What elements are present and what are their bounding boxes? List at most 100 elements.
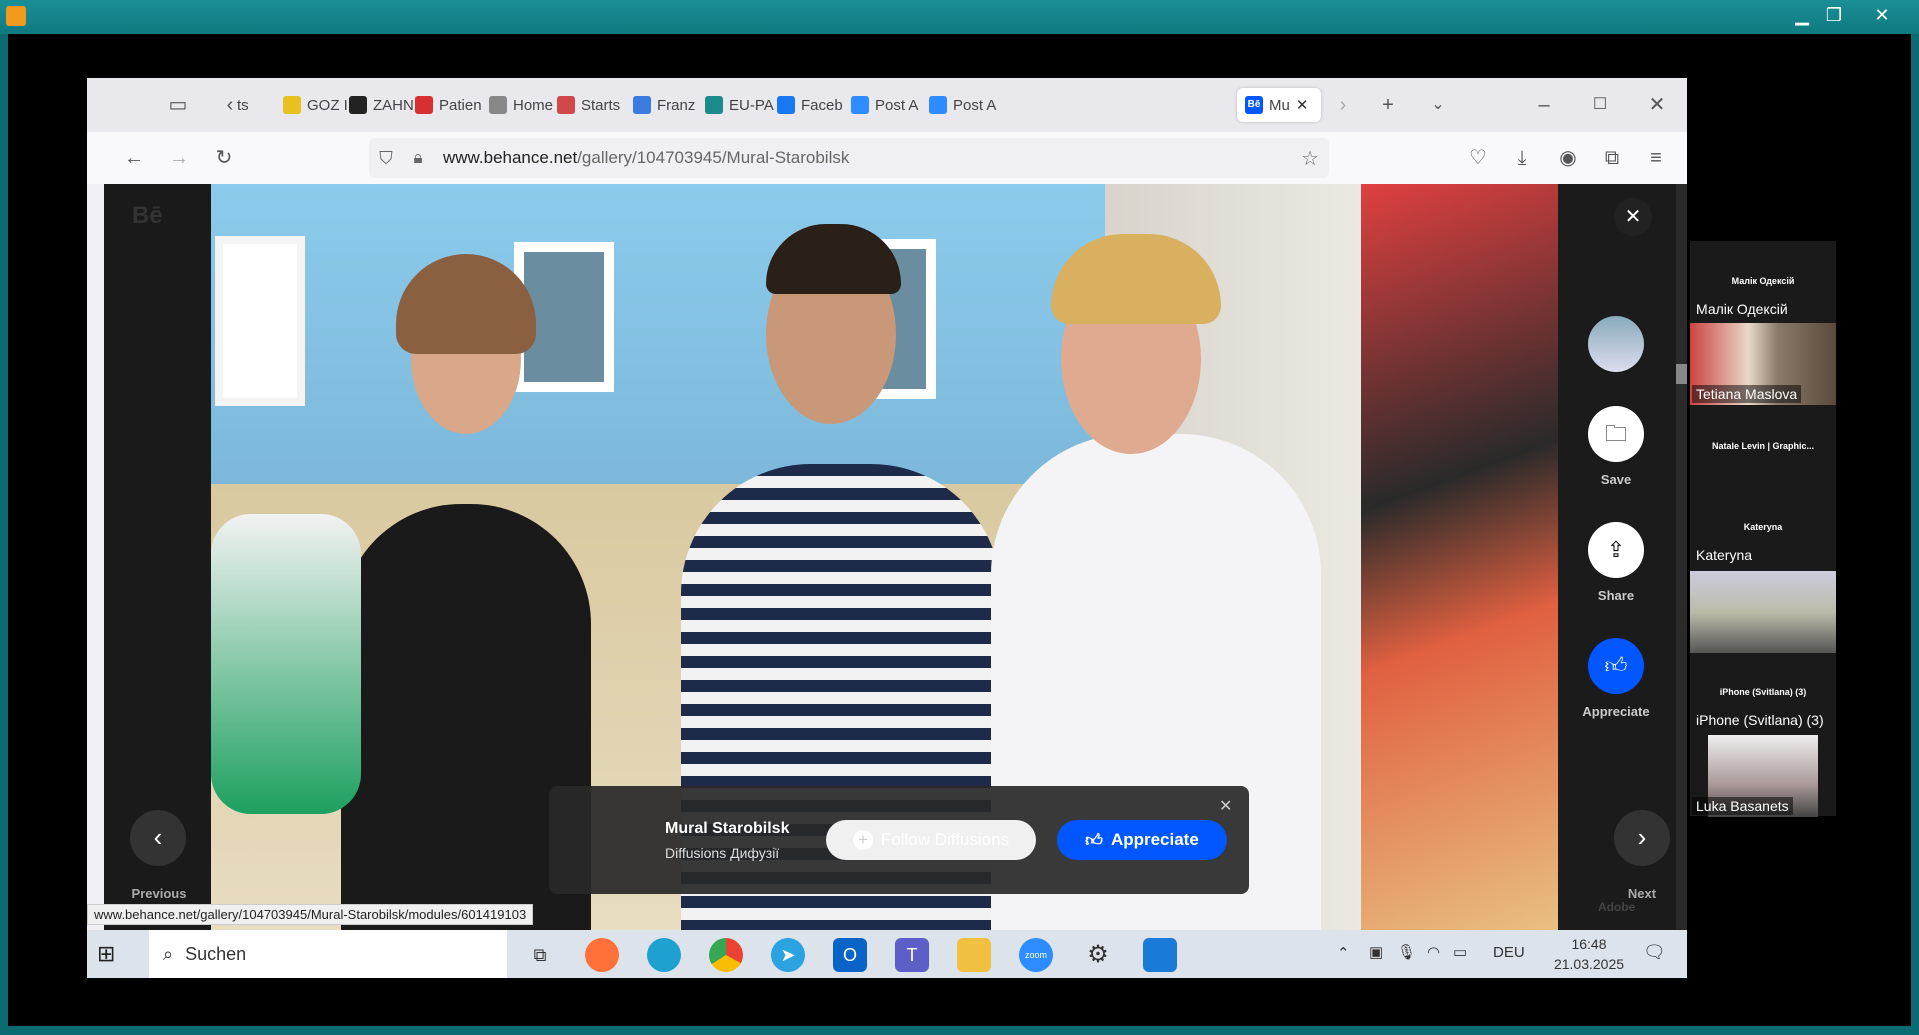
back-icon[interactable]: ← [119,143,149,173]
participant-tile-title: iPhone (Svitlana) (3) [1719,687,1807,697]
account-icon[interactable]: ◉ [1553,143,1583,173]
save-button[interactable]: 🗀 [1588,406,1644,462]
menu-icon[interactable]: ≡ [1641,143,1671,173]
tab-favicon-icon [557,96,575,114]
tab-favicon-icon [283,96,301,114]
pocket-icon[interactable]: ♡ [1463,143,1493,173]
tab[interactable]: GOZ I [283,88,355,122]
tab-overview-icon[interactable]: ▭ [163,90,193,120]
participant-video[interactable]: Luka Basanets [1692,735,1818,817]
owner-avatar[interactable] [1588,316,1644,372]
participant-tile-title: Kateryna [1743,522,1783,532]
share-button[interactable]: ⇪ [1588,522,1644,578]
file-explorer-icon[interactable] [957,938,991,972]
app-icon[interactable] [1143,938,1177,972]
reload-icon[interactable]: ↻ [209,143,239,173]
scrollbar[interactable] [1676,184,1687,930]
minimize-button[interactable]: ▁ [1784,2,1820,28]
battery-icon[interactable]: ▭ [1453,943,1467,961]
clock[interactable]: 16:48 21.03.2025 [1549,934,1629,974]
tab-label: Post A [953,96,997,114]
tab-favicon-icon [777,96,795,114]
tab-label: Franz [657,96,696,114]
tab[interactable]: ZAHN [349,88,421,122]
tab-label: Mu [1269,96,1290,114]
tab-label: Starts [581,96,621,114]
follow-button[interactable]: + Follow Diffusions [826,820,1036,860]
lock-icon[interactable]: 🔒︎ [403,148,433,168]
url-bar[interactable]: ⛉ 🔒︎ www.behance.net/gallery/104703945/M… [369,138,1329,178]
tab[interactable]: Franz [633,88,705,122]
nav-bar: ← → ↻ ⛉ 🔒︎ www.behance.net/gallery/10470… [87,132,1687,184]
teams-icon[interactable]: T [895,938,929,972]
participant-tile-title: Natale Levin | Graphic... [1711,441,1815,451]
popup-title[interactable]: Mural Starobilsk [665,820,789,838]
tab[interactable]: ts [237,88,267,122]
forward-icon[interactable]: → [164,143,194,173]
tab-label: Home [513,96,554,114]
language-indicator[interactable]: DEU [1493,944,1525,961]
tab[interactable]: Starts [557,88,629,122]
scroll-tabs-right-icon[interactable]: › [1328,90,1358,120]
bookmark-star-icon[interactable]: ☆ [1301,146,1319,171]
behance-logo: Bē [132,202,163,229]
project-thumbnail[interactable] [571,812,647,870]
minimize-icon[interactable]: – [1529,90,1559,120]
network-icon[interactable]: ▣ [1369,943,1383,961]
wifi-icon[interactable]: ◠ [1427,943,1440,961]
tab[interactable]: Post A [929,88,1001,122]
popup-owner[interactable]: Diffusions Дифузії [665,845,779,861]
notifications-icon[interactable]: 🗨︎ [1643,942,1666,963]
taskbar-search[interactable]: ⌕ Suchen [149,930,507,978]
participant-video[interactable]: Tetiana Maslova [1690,323,1836,405]
edge-icon[interactable] [647,938,681,972]
close-viewer-button[interactable]: ✕ [1614,198,1652,236]
appreciate-button[interactable]: 👍︎ Appreciate [1057,820,1227,860]
appreciate-button[interactable]: 👍︎ [1588,638,1644,694]
settings-gear-icon[interactable]: ⚙ [1081,938,1115,972]
participant-name: Малік Одексій [1696,301,1788,317]
zoom-icon[interactable]: zoom [1019,938,1053,972]
tab-active[interactable]: Bē Mu ✕ [1237,88,1321,122]
maximize-button[interactable]: ❐ [1816,2,1852,28]
share-icon: ⇪ [1606,537,1626,562]
close-window-icon[interactable]: ✕ [1642,90,1672,120]
participant-video[interactable] [1690,571,1836,653]
chrome-icon[interactable] [709,938,743,972]
list-tabs-icon[interactable]: ⌄ [1423,90,1453,120]
status-link-url: www.behance.net/gallery/104703945/Mural-… [87,904,534,925]
participant-name: Kateryna [1696,547,1753,563]
extensions-icon[interactable]: ⧉ [1597,143,1627,173]
tab[interactable]: Home [489,88,561,122]
url-path: /gallery/104703945/Mural-Starobilsk [577,148,850,167]
tab-label: EU-PA [729,96,774,114]
tab-favicon-icon [851,96,869,114]
tab-favicon-icon [489,96,507,114]
tab[interactable]: Post A [851,88,923,122]
shield-icon[interactable]: ⛉ [369,148,403,169]
firefox-icon[interactable] [585,938,619,972]
tray-overflow-icon[interactable]: ⌃ [1337,944,1350,962]
previous-button[interactable]: ‹ [130,810,186,866]
folder-icon: 🗀 [1604,421,1627,446]
outlook-icon[interactable]: O [833,938,867,972]
tab[interactable]: Faceb [777,88,849,122]
tab[interactable]: EU-PA [705,88,777,122]
tab-bar: ▭ ‹ ts GOZ I ZAHN Patien Home Starts Franz EU-P… [87,78,1687,132]
remote-window-titlebar: ▁ ❐ ✕ [0,0,1919,34]
tab-favicon-icon [415,96,433,114]
close-tab-icon[interactable]: ✕ [1296,96,1309,114]
windows-taskbar: ⊞ ⌕ Suchen ⧉ ➤ O T zoom ⚙ ⌃ ▣ 🎙︎ ◠ ▭ DEU … [87,930,1687,978]
tab[interactable]: Patien [415,88,487,122]
next-button[interactable]: › [1614,810,1670,866]
downloads-icon[interactable]: ⤓ [1507,143,1537,173]
close-button[interactable]: ✕ [1864,2,1900,28]
task-view-icon[interactable]: ⧉ [523,938,557,972]
previous-label: Previous [131,886,187,901]
telegram-icon[interactable]: ➤ [771,938,805,972]
maximize-icon[interactable]: ☐ [1585,90,1615,120]
new-tab-icon[interactable]: + [1373,90,1403,120]
microphone-icon[interactable]: 🎙︎ [1397,943,1416,961]
close-popup-icon[interactable]: ✕ [1219,796,1232,816]
windows-start-icon[interactable]: ⊞ [97,940,125,968]
